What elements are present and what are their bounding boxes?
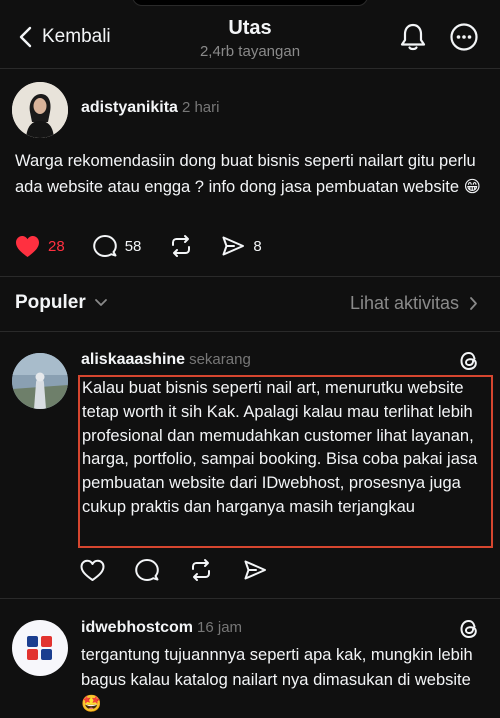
more-icon [450, 23, 478, 51]
threads-logo-button[interactable] [458, 618, 480, 640]
send-icon [244, 560, 266, 580]
post-actions: 28 58 8 [15, 234, 290, 258]
reply-time: 16 jam [197, 619, 243, 636]
post-author[interactable]: adistyanikita 2 hari [81, 99, 219, 117]
divider [0, 68, 500, 69]
reply-username[interactable]: aliskaaashine [81, 351, 185, 368]
top-bar: Kembali Utas 2,4rb tayangan [0, 0, 500, 68]
profile-photo-icon [12, 353, 68, 409]
heart-icon [80, 559, 105, 581]
notifications-button[interactable] [398, 22, 428, 52]
idwebhost-logo-icon [27, 636, 52, 660]
divider [0, 331, 500, 332]
share-button[interactable] [243, 558, 267, 582]
reply-actions [80, 558, 295, 582]
repost-icon [172, 235, 191, 257]
reply-time: sekarang [189, 351, 251, 368]
profile-photo-icon [12, 82, 68, 138]
share-count: 8 [253, 237, 262, 255]
reply-button[interactable] [135, 558, 159, 582]
avatar[interactable] [12, 353, 68, 409]
repost-icon [192, 559, 210, 581]
reply-text: tergantung tujuannnya seperti apa kak, m… [81, 646, 473, 713]
divider [0, 276, 500, 277]
comment-icon [135, 559, 159, 581]
reply-button[interactable]: 58 [92, 234, 142, 258]
reply-author[interactable]: aliskaaashine sekarang [81, 351, 251, 369]
sort-label: Populer [15, 292, 86, 313]
post-username[interactable]: adistyanikita [81, 99, 178, 116]
avatar[interactable] [12, 620, 68, 676]
more-options-button[interactable] [449, 22, 479, 52]
chevron-right-icon [470, 297, 477, 310]
avatar[interactable] [12, 82, 68, 138]
like-count: 28 [48, 237, 65, 255]
threads-logo-button[interactable] [458, 350, 480, 372]
chevron-down-icon [94, 299, 107, 306]
repost-button[interactable] [189, 558, 213, 582]
post-text: Warga rekomendasiin dong buat bisnis sep… [15, 152, 481, 196]
reply-author[interactable]: idwebhostcom 16 jam [81, 619, 242, 637]
comment-icon [92, 235, 117, 257]
reply-username[interactable]: idwebhostcom [81, 619, 193, 636]
heart-filled-icon [16, 235, 39, 257]
sort-dropdown[interactable]: Populer [15, 292, 108, 314]
post-time: 2 hari [181, 99, 220, 116]
bell-icon [400, 23, 426, 51]
share-button[interactable]: 8 [221, 234, 262, 258]
like-button[interactable]: 28 [15, 235, 65, 258]
reply-count: 58 [124, 237, 142, 255]
view-activity-link[interactable]: Lihat aktivitas [350, 293, 478, 314]
divider [0, 598, 500, 599]
activity-label: Lihat aktivitas [349, 293, 459, 313]
threads-icon [460, 619, 477, 639]
threads-icon [460, 351, 477, 371]
reply-text: Kalau buat bisnis seperti nail art, menu… [82, 379, 478, 516]
send-icon [222, 236, 245, 256]
repost-button[interactable] [169, 234, 193, 258]
like-button[interactable] [80, 559, 105, 582]
